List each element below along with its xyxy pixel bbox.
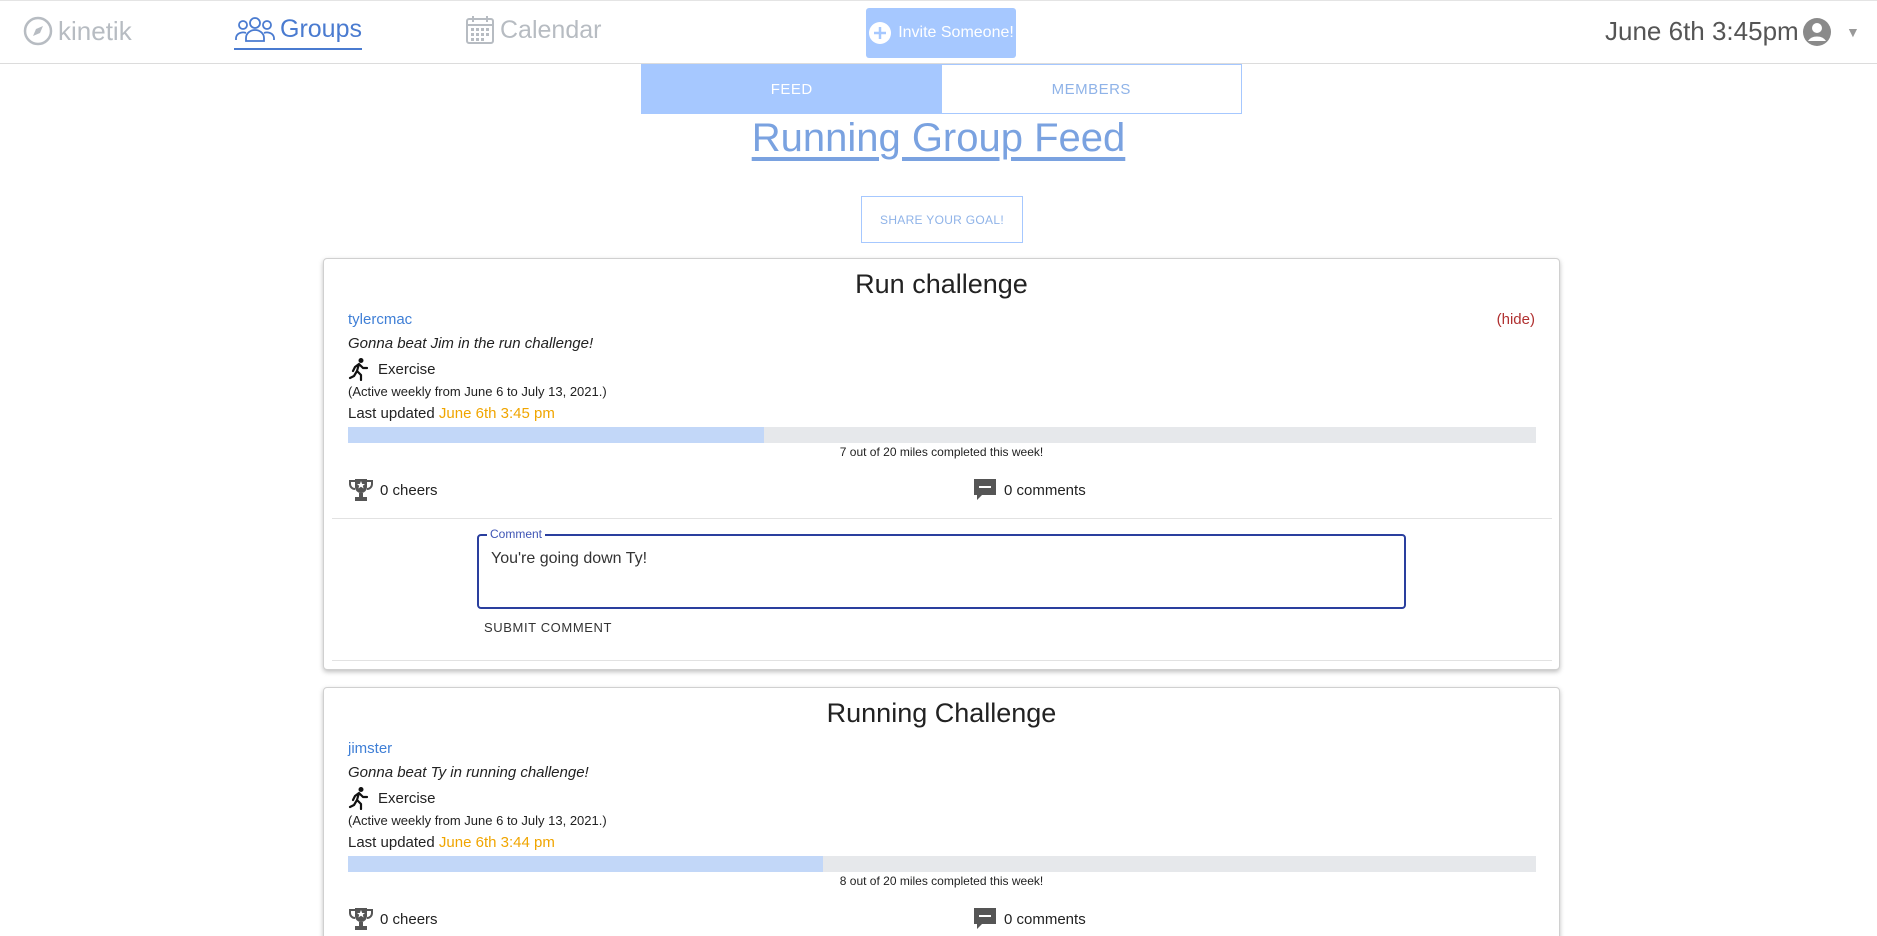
post-title: Run challenge	[855, 269, 1028, 299]
user-menu-caret-icon[interactable]: ▼	[1846, 24, 1860, 40]
last-updated-timestamp: June 6th 3:44 pm	[438, 834, 555, 851]
progress-bar-fill	[348, 427, 764, 443]
comment-icon	[974, 908, 996, 929]
active-range: (Active weekly from June 6 to July 13, 2…	[348, 813, 607, 828]
post-category: Exercise	[348, 357, 436, 381]
last-updated-label: Last updated	[348, 405, 435, 422]
nav-groups-label: Groups	[280, 14, 362, 43]
category-label: Exercise	[378, 789, 436, 807]
divider	[332, 518, 1552, 519]
post-username[interactable]: jimster	[348, 740, 392, 757]
running-icon	[348, 787, 369, 810]
comment-icon	[974, 479, 996, 500]
nav-calendar[interactable]: Calendar	[464, 14, 601, 46]
post-card: Run challenge tylercmac (hide) Gonna bea…	[323, 258, 1560, 670]
trophy-icon	[349, 479, 373, 501]
tab-feed[interactable]: FEED	[642, 65, 942, 113]
submit-comment-button[interactable]: SUBMIT COMMENT	[484, 620, 612, 635]
cheers-count: 0 cheers	[380, 910, 438, 928]
nav-calendar-label: Calendar	[500, 15, 602, 44]
current-datetime: June 6th 3:45pm	[1605, 16, 1799, 46]
comments-count: 0 comments	[1004, 910, 1086, 928]
progress-bar-fill	[348, 856, 824, 872]
user-avatar-icon[interactable]	[1802, 17, 1832, 47]
progress-bar	[348, 856, 1536, 872]
trophy-icon	[349, 908, 373, 930]
post-category: Exercise	[348, 786, 436, 810]
invite-label: Invite Someone!	[898, 24, 1014, 41]
last-updated-timestamp: June 6th 3:45 pm	[438, 405, 555, 422]
comment-field[interactable]: Comment	[477, 527, 1406, 609]
share-goal-button[interactable]: SHARE YOUR GOAL!	[861, 196, 1023, 243]
divider	[332, 660, 1552, 661]
post-card: Running Challenge jimster Gonna beat Ty …	[323, 687, 1560, 936]
progress-text: 7 out of 20 miles completed this week!	[839, 445, 1044, 459]
post-username[interactable]: tylercmac	[348, 311, 412, 328]
comments-button[interactable]: 0 comments	[972, 906, 1086, 932]
last-updated: Last updated June 6th 3:45 pm	[348, 405, 555, 422]
comments-count: 0 comments	[1004, 481, 1086, 499]
cheers-count: 0 cheers	[380, 481, 438, 499]
cheers-button[interactable]: 0 cheers	[348, 906, 438, 932]
progress-bar	[348, 427, 1536, 443]
nav-groups[interactable]: Groups	[234, 14, 362, 50]
running-icon	[348, 358, 369, 381]
category-label: Exercise	[378, 360, 436, 378]
post-description: Gonna beat Jim in the run challenge!	[348, 335, 594, 352]
comment-input[interactable]	[491, 550, 1371, 568]
calendar-icon	[466, 16, 494, 44]
plus-circle-icon	[869, 22, 892, 44]
users-icon	[235, 17, 275, 42]
group-tabs: FEED MEMBERS	[641, 64, 1242, 114]
top-nav-bar: kinetik Groups Calendar Invite Someone! …	[0, 0, 1877, 64]
cheers-button[interactable]: 0 cheers	[348, 477, 438, 503]
comment-field-label: Comment	[487, 527, 546, 541]
active-range: (Active weekly from June 6 to July 13, 2…	[348, 384, 607, 399]
invite-someone-button[interactable]: Invite Someone!	[866, 8, 1016, 58]
post-description: Gonna beat Ty in running challenge!	[348, 764, 589, 781]
logo-text: kinetik	[58, 15, 132, 46]
tab-members[interactable]: MEMBERS	[941, 65, 1241, 113]
comments-button[interactable]: 0 comments	[972, 477, 1086, 503]
logo[interactable]: kinetik	[22, 15, 132, 47]
page-title[interactable]: Running Group Feed	[0, 116, 1877, 161]
last-updated-label: Last updated	[348, 834, 435, 851]
progress-text: 8 out of 20 miles completed this week!	[839, 874, 1044, 888]
hide-link[interactable]: (hide)	[1497, 311, 1535, 328]
compass-icon	[23, 16, 53, 46]
post-title: Running Challenge	[826, 698, 1057, 728]
last-updated: Last updated June 6th 3:44 pm	[348, 834, 555, 851]
